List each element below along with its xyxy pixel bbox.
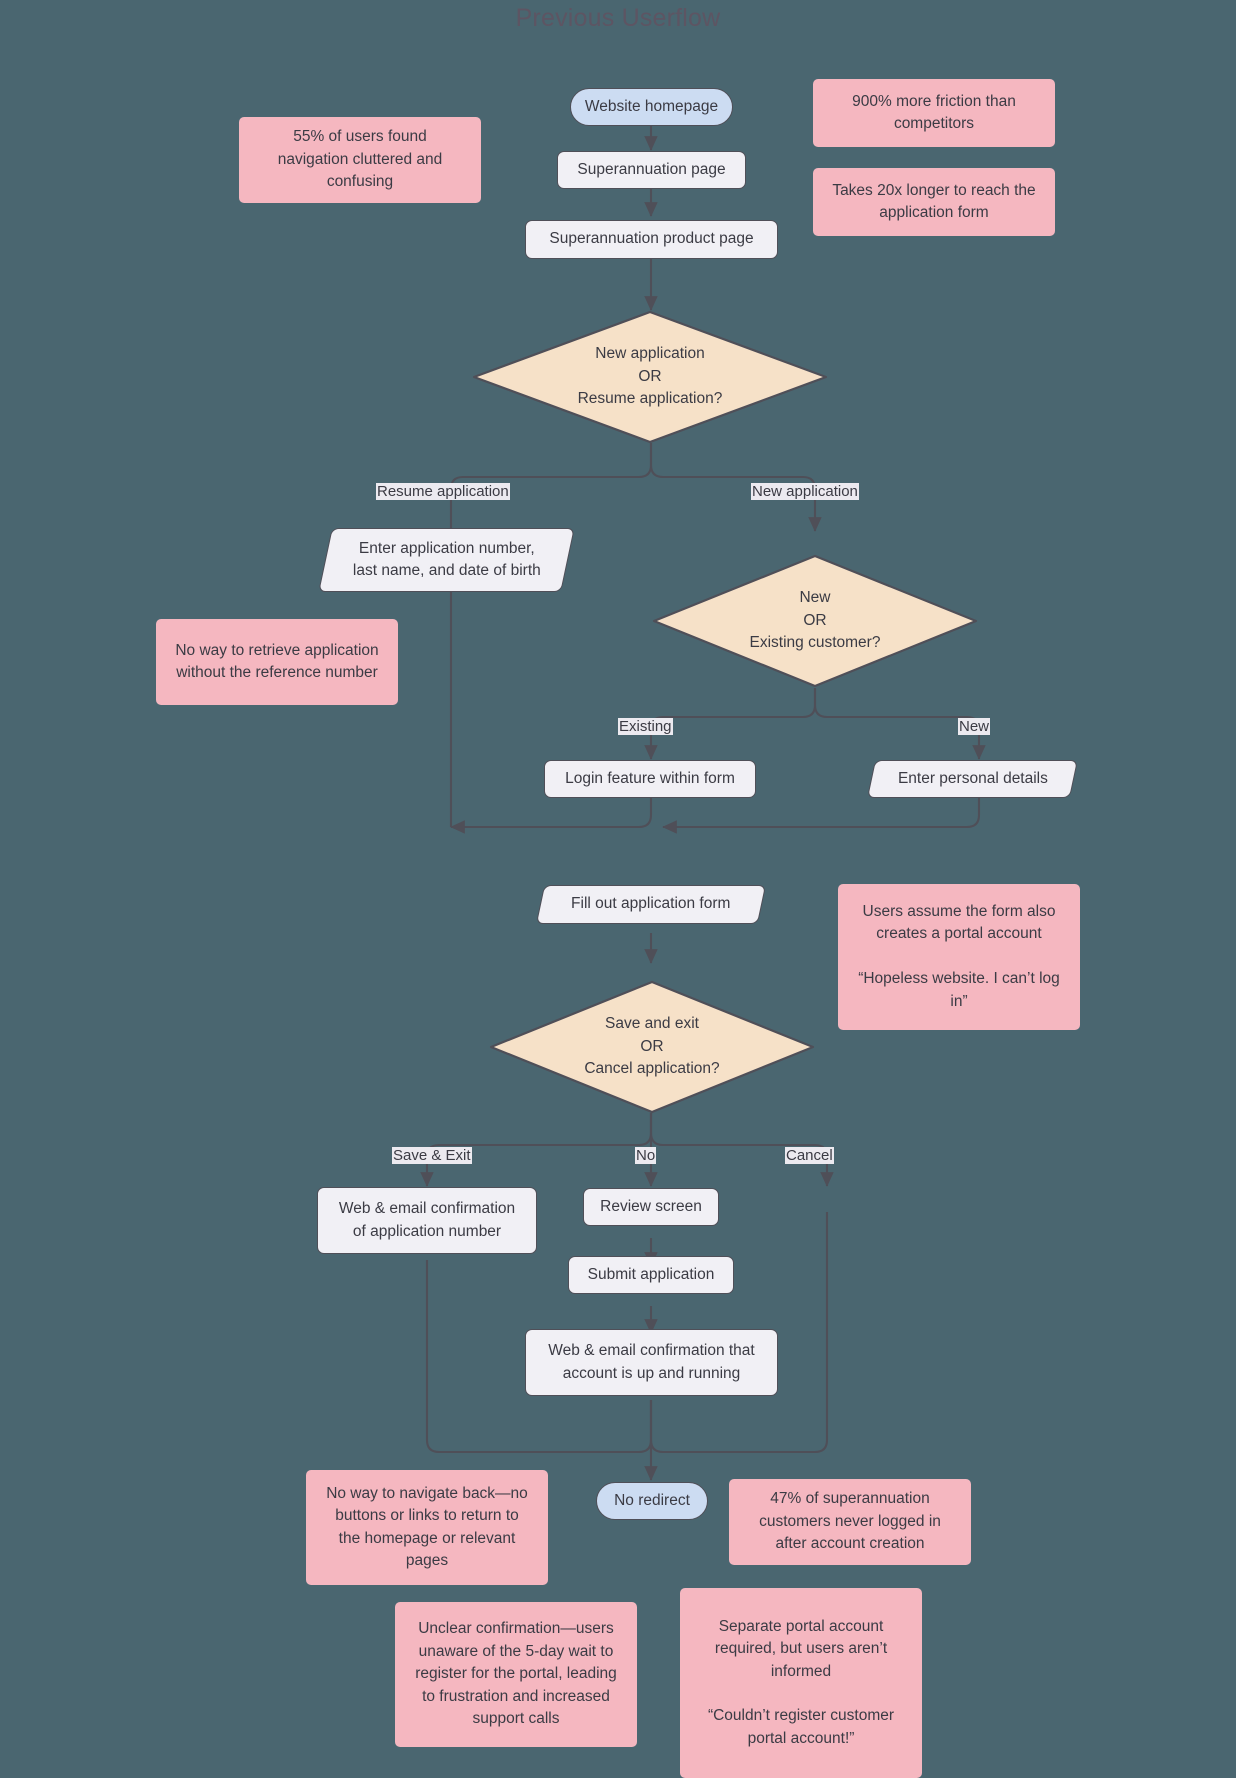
note-body: Takes 20x longer to reach the applicatio… — [832, 181, 1036, 221]
node-label: Superannuation page — [577, 160, 726, 178]
note-no-way-to-navigate-back: No way to navigate back—no buttons or li… — [306, 1470, 548, 1585]
note-separate-portal-account: Separate portal account required, but us… — [680, 1588, 922, 1778]
note-body: No way to retrieve application without t… — [175, 641, 379, 681]
node-label-line3: Resume application? — [577, 390, 723, 408]
node-superannuation-page[interactable]: Superannuation page — [557, 151, 746, 189]
note-body: 55% of users found navigation cluttered … — [277, 128, 443, 191]
node-label-line1: Web & email confirmation that — [548, 1342, 755, 1360]
userflow-canvas: Previous Userflow Website homepage Super… — [0, 0, 1236, 1778]
node-label-line1: Web & email confirmation — [338, 1200, 516, 1218]
node-label: Website homepage — [584, 97, 719, 115]
note-body: Users assume the form also creates a por… — [858, 902, 1060, 1010]
node-decision-save-or-cancel[interactable]: Save and exit OR Cancel application? — [487, 980, 817, 1114]
node-superannuation-product-page[interactable]: Superannuation product page — [525, 220, 778, 259]
page-title: Previous Userflow — [515, 4, 721, 32]
node-label-line2: OR — [638, 367, 662, 385]
node-label-line3: Existing customer? — [749, 634, 881, 652]
note-body: 47% of superannuation customers never lo… — [759, 1490, 941, 1553]
note-takes-longer: Takes 20x longer to reach the applicatio… — [813, 168, 1055, 236]
node-label: Review screen — [600, 1197, 702, 1215]
node-enter-application-number[interactable]: Enter application number, last name, and… — [318, 528, 575, 592]
node-decision-new-or-resume[interactable]: New application OR Resume application? — [470, 310, 830, 444]
node-login-feature[interactable]: Login feature within form — [544, 760, 756, 798]
edge-label-cancel: Cancel — [785, 1147, 834, 1165]
node-label-line3: Cancel application? — [584, 1060, 720, 1078]
note-navigation-cluttered: 55% of users found navigation cluttered … — [239, 117, 481, 203]
edge-label-new: New — [958, 718, 991, 736]
edge-label-no: No — [635, 1147, 657, 1165]
node-label: No redirect — [614, 1491, 690, 1509]
node-label-line1: New application — [595, 345, 705, 363]
node-label-line1: New — [799, 589, 831, 607]
note-body: Unclear confirmation—users unaware of th… — [415, 1620, 617, 1728]
note-never-logged-in: 47% of superannuation customers never lo… — [729, 1479, 971, 1565]
node-label: Submit application — [587, 1265, 715, 1283]
note-no-way-to-retrieve: No way to retrieve application without t… — [156, 619, 398, 705]
node-website-homepage[interactable]: Website homepage — [570, 88, 733, 126]
node-label-line1: Enter application number, — [358, 539, 535, 557]
node-label-line2: OR — [640, 1037, 664, 1055]
note-users-assume-portal: Users assume the form also creates a por… — [838, 884, 1080, 1030]
edge-label-new-application: New application — [751, 483, 859, 501]
edge-label-existing: Existing — [618, 718, 673, 736]
edge-label-resume-application: Resume application — [376, 483, 510, 501]
node-label-line2: account is up and running — [562, 1364, 741, 1382]
note-body: 900% more friction than competitors — [852, 92, 1016, 132]
node-label-line2: of application number — [352, 1222, 502, 1240]
node-web-email-confirmation-number[interactable]: Web & email confirmation of application … — [317, 1187, 537, 1254]
node-decision-new-or-existing[interactable]: New OR Existing customer? — [650, 554, 980, 688]
note-unclear-confirmation: Unclear confirmation—users unaware of th… — [395, 1602, 637, 1747]
node-label-line2: OR — [803, 611, 827, 629]
node-label: Fill out application form — [571, 895, 731, 913]
node-label-line2: last name, and date of birth — [352, 562, 541, 579]
node-review-screen[interactable]: Review screen — [583, 1188, 719, 1226]
note-more-friction: 900% more friction than competitors — [813, 79, 1055, 147]
edge-label-save-and-exit: Save & Exit — [392, 1147, 472, 1165]
note-body: No way to navigate back—no buttons or li… — [326, 1484, 528, 1569]
node-no-redirect[interactable]: No redirect — [596, 1482, 708, 1520]
node-web-email-confirmation-account[interactable]: Web & email confirmation that account is… — [525, 1329, 778, 1396]
node-label-line1: Save and exit — [605, 1015, 699, 1033]
node-label: Superannuation product page — [549, 230, 754, 248]
node-enter-personal-details[interactable]: Enter personal details — [866, 760, 1079, 798]
node-label: Login feature within form — [565, 769, 735, 787]
node-label: Enter personal details — [897, 769, 1048, 787]
node-fill-out-application-form[interactable]: Fill out application form — [535, 885, 767, 924]
note-body: Separate portal account required, but us… — [707, 1617, 895, 1747]
node-submit-application[interactable]: Submit application — [568, 1256, 734, 1294]
